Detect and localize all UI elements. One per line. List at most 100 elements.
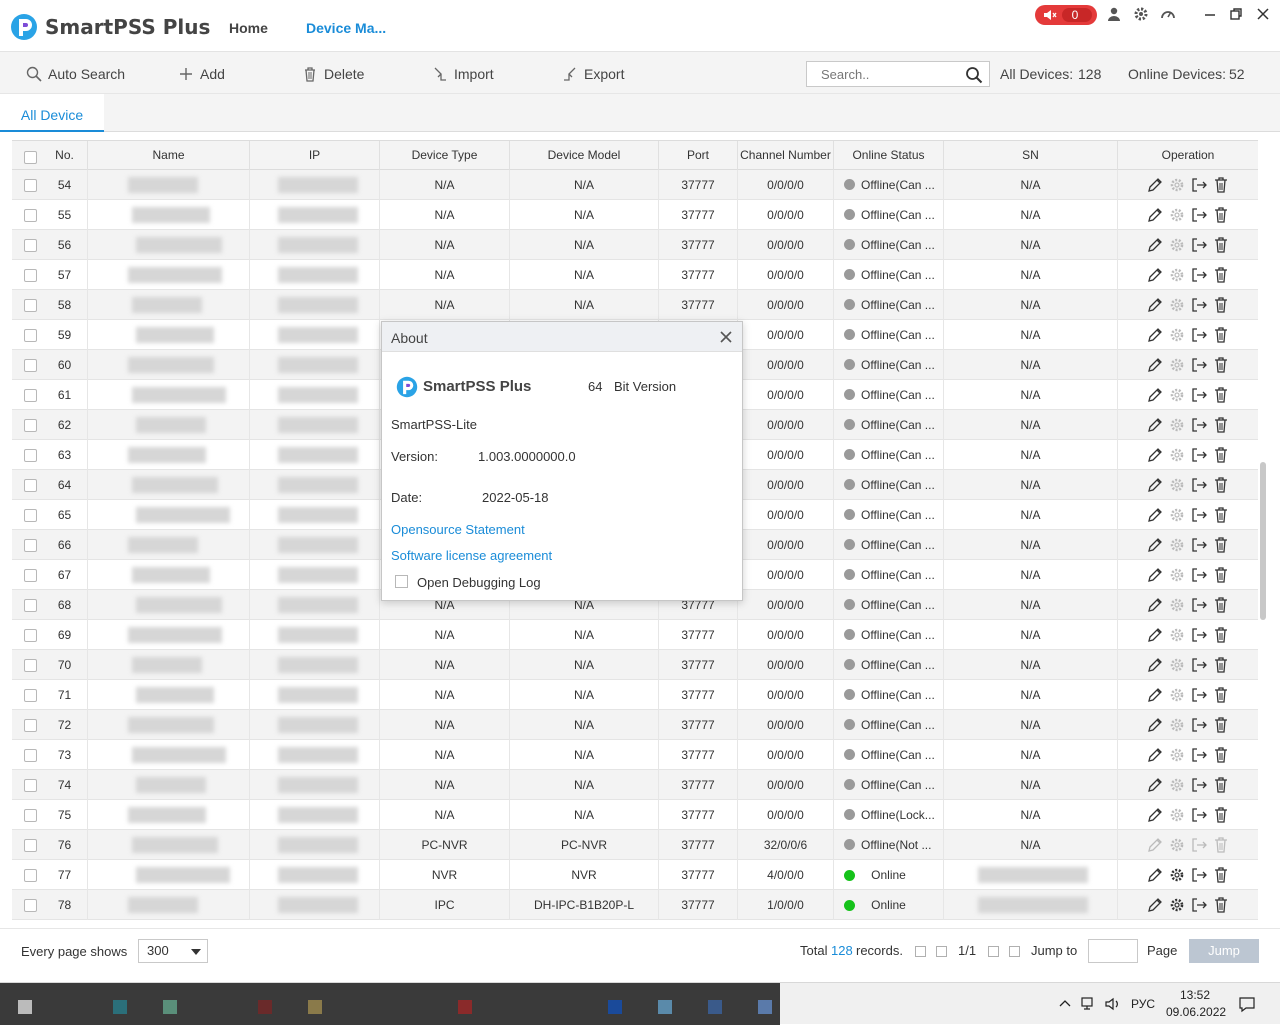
- network-icon[interactable]: [1080, 995, 1098, 1013]
- edit-pencil-icon[interactable]: [1146, 176, 1164, 194]
- edit-pencil-icon[interactable]: [1146, 206, 1164, 224]
- col-name[interactable]: Name: [88, 141, 250, 171]
- row-checkbox[interactable]: [24, 479, 37, 492]
- row-checkbox[interactable]: [24, 629, 37, 642]
- table-row[interactable]: 72 N/A N/A 37777 0/0/0/0 Offline(Can ... N/A: [12, 710, 1258, 740]
- device-config-gear-icon[interactable]: [1168, 296, 1186, 314]
- jump-button[interactable]: Jump: [1189, 939, 1259, 963]
- device-config-gear-icon[interactable]: [1168, 176, 1186, 194]
- logout-icon[interactable]: [1190, 626, 1208, 644]
- row-checkbox[interactable]: [24, 839, 37, 852]
- prev-page-button[interactable]: [936, 946, 947, 957]
- row-checkbox[interactable]: [24, 449, 37, 462]
- col-device-type[interactable]: Device Type: [380, 141, 510, 171]
- edit-pencil-icon[interactable]: [1146, 326, 1164, 344]
- delete-trash-icon[interactable]: [1212, 536, 1230, 554]
- logout-icon[interactable]: [1190, 806, 1208, 824]
- edit-pencil-icon[interactable]: [1146, 476, 1164, 494]
- delete-trash-icon[interactable]: [1212, 746, 1230, 764]
- delete-trash-icon[interactable]: [1212, 716, 1230, 734]
- edit-pencil-icon[interactable]: [1146, 536, 1164, 554]
- logout-icon[interactable]: [1190, 266, 1208, 284]
- taskbar-apps[interactable]: [0, 983, 780, 1025]
- device-config-gear-icon[interactable]: [1168, 446, 1186, 464]
- device-config-gear-icon[interactable]: [1168, 776, 1186, 794]
- device-config-gear-icon[interactable]: [1168, 806, 1186, 824]
- delete-trash-icon[interactable]: [1212, 806, 1230, 824]
- close-window-icon[interactable]: [1253, 4, 1273, 24]
- table-row[interactable]: 58 N/A N/A 37777 0/0/0/0 Offline(Can ... N/A: [12, 290, 1258, 320]
- device-config-gear-icon[interactable]: [1168, 476, 1186, 494]
- logout-icon[interactable]: [1190, 476, 1208, 494]
- table-row[interactable]: 76 PC-NVR PC-NVR 37777 32/0/0/6 Offline(Not .…: [12, 830, 1258, 860]
- logout-icon[interactable]: [1190, 686, 1208, 704]
- table-row[interactable]: 56 N/A N/A 37777 0/0/0/0 Offline(Can ... N/A: [12, 230, 1258, 260]
- table-row[interactable]: 78 IPC DH-IPC-B1B20P-L 37777 1/0/0/0 Online: [12, 890, 1258, 920]
- logout-icon[interactable]: [1190, 566, 1208, 584]
- col-no[interactable]: No.: [42, 141, 88, 171]
- add-device-button[interactable]: Add: [178, 64, 225, 84]
- table-row[interactable]: 71 N/A N/A 37777 0/0/0/0 Offline(Can ... N/A: [12, 680, 1258, 710]
- row-checkbox[interactable]: [24, 509, 37, 522]
- table-row[interactable]: 54 N/A N/A 37777 0/0/0/0 Offline(Can ... N/A: [12, 170, 1258, 200]
- device-config-gear-icon[interactable]: [1168, 266, 1186, 284]
- device-config-gear-icon[interactable]: [1168, 686, 1186, 704]
- clock-date[interactable]: 09.06.2022: [1166, 1005, 1226, 1019]
- page-size-select[interactable]: 300: [138, 939, 208, 963]
- row-checkbox[interactable]: [24, 359, 37, 372]
- delete-trash-icon[interactable]: [1212, 206, 1230, 224]
- jump-page-input[interactable]: [1088, 939, 1138, 963]
- edit-pencil-icon[interactable]: [1146, 896, 1164, 914]
- taskbar-app-icon[interactable]: [258, 1000, 272, 1014]
- edit-pencil-icon[interactable]: [1146, 386, 1164, 404]
- taskbar-app-icon[interactable]: [658, 1000, 672, 1014]
- tab-all-device[interactable]: All Device: [0, 94, 104, 132]
- edit-pencil-icon[interactable]: [1146, 776, 1164, 794]
- delete-trash-icon[interactable]: [1212, 596, 1230, 614]
- table-row[interactable]: 57 N/A N/A 37777 0/0/0/0 Offline(Can ... N/A: [12, 260, 1258, 290]
- logout-icon[interactable]: [1190, 446, 1208, 464]
- delete-trash-icon[interactable]: [1212, 446, 1230, 464]
- device-config-gear-icon[interactable]: [1168, 356, 1186, 374]
- col-ip[interactable]: IP: [250, 141, 380, 171]
- device-config-gear-icon[interactable]: [1168, 206, 1186, 224]
- logout-icon[interactable]: [1190, 236, 1208, 254]
- row-checkbox[interactable]: [24, 809, 37, 822]
- delete-trash-icon[interactable]: [1212, 176, 1230, 194]
- logout-icon[interactable]: [1190, 356, 1208, 374]
- row-checkbox[interactable]: [24, 269, 37, 282]
- last-page-button[interactable]: [1009, 946, 1020, 957]
- opensource-statement-link[interactable]: Opensource Statement: [391, 522, 525, 537]
- next-page-button[interactable]: [988, 946, 999, 957]
- taskbar-app-icon[interactable]: [708, 1000, 722, 1014]
- logout-icon[interactable]: [1190, 716, 1208, 734]
- clock-time[interactable]: 13:52: [1180, 988, 1210, 1002]
- edit-pencil-icon[interactable]: [1146, 686, 1164, 704]
- logout-icon[interactable]: [1190, 866, 1208, 884]
- row-checkbox[interactable]: [24, 689, 37, 702]
- col-port[interactable]: Port: [659, 141, 738, 171]
- logout-icon[interactable]: [1190, 206, 1208, 224]
- edit-pencil-icon[interactable]: [1146, 716, 1164, 734]
- language-indicator[interactable]: РУС: [1131, 997, 1155, 1011]
- edit-pencil-icon[interactable]: [1146, 506, 1164, 524]
- gear-icon[interactable]: [1133, 6, 1149, 22]
- edit-pencil-icon[interactable]: [1146, 836, 1164, 854]
- delete-trash-icon[interactable]: [1212, 896, 1230, 914]
- row-checkbox[interactable]: [24, 869, 37, 882]
- delete-trash-icon[interactable]: [1212, 326, 1230, 344]
- debug-log-checkbox[interactable]: [395, 575, 408, 588]
- logout-icon[interactable]: [1190, 746, 1208, 764]
- row-checkbox[interactable]: [24, 209, 37, 222]
- device-config-gear-icon[interactable]: [1168, 626, 1186, 644]
- table-row[interactable]: 73 N/A N/A 37777 0/0/0/0 Offline(Can ... N/A: [12, 740, 1258, 770]
- edit-pencil-icon[interactable]: [1146, 566, 1164, 584]
- device-config-gear-icon[interactable]: [1168, 416, 1186, 434]
- edit-pencil-icon[interactable]: [1146, 416, 1164, 434]
- delete-trash-icon[interactable]: [1212, 776, 1230, 794]
- nav-device-manager-tab[interactable]: Device Ma...: [306, 20, 386, 36]
- table-row[interactable]: 75 N/A N/A 37777 0/0/0/0 Offline(Lock... N/A: [12, 800, 1258, 830]
- taskbar-app-icon[interactable]: [308, 1000, 322, 1014]
- row-checkbox[interactable]: [24, 749, 37, 762]
- logout-icon[interactable]: [1190, 896, 1208, 914]
